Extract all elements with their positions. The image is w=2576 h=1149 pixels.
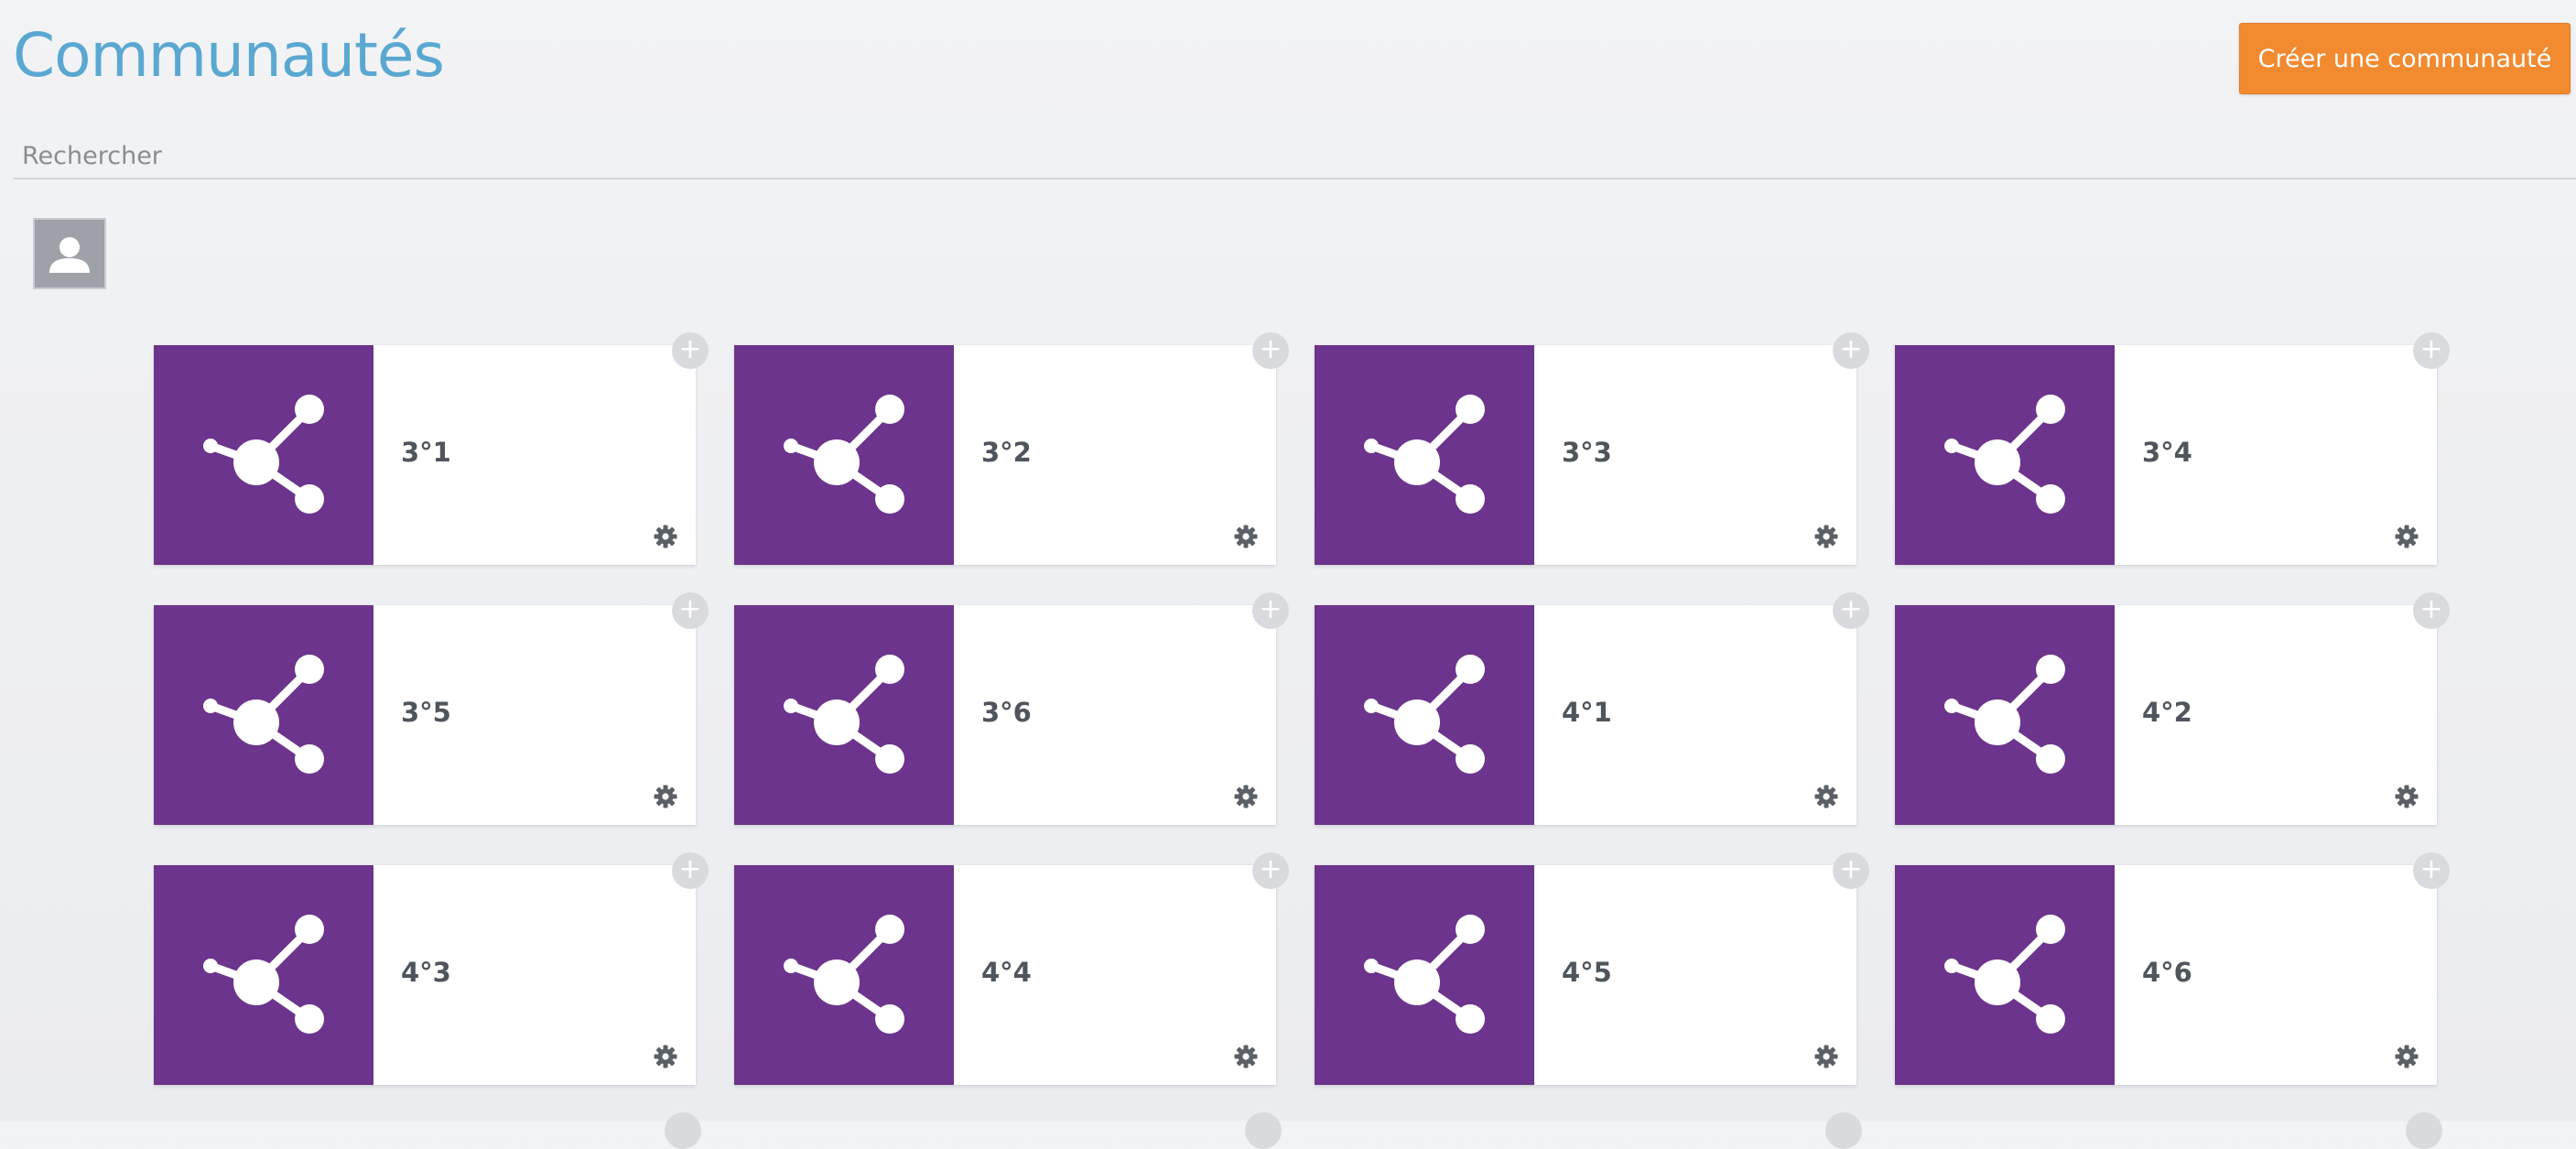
community-name: 4°2 [2142,697,2192,728]
community-thumbnail [1315,865,1534,1085]
share-icon [784,395,904,514]
community-thumbnail [1315,345,1534,565]
community-thumbnail [1895,865,2115,1085]
community-card[interactable]: 4°1 + [1315,592,1869,825]
search-input[interactable] [13,135,2576,176]
user-icon [49,237,90,273]
plus-icon[interactable] [1825,1112,1862,1149]
gear-icon[interactable] [1234,1045,1258,1068]
community-thumbnail [154,865,373,1085]
share-icon [203,395,324,514]
community-name: 4°6 [2142,957,2192,988]
share-icon [1944,915,2065,1034]
create-community-button[interactable]: Créer une communauté [2239,23,2571,94]
share-icon [1364,395,1485,514]
plus-icon[interactable]: + [1833,592,1869,629]
community-thumbnail [1895,345,2115,565]
share-icon [1944,395,2065,514]
community-card[interactable]: 4°6 + [1895,852,2450,1085]
share-icon [784,655,904,774]
community-name: 3°2 [981,437,1032,468]
plus-icon[interactable]: + [672,332,709,369]
community-card[interactable]: 4°3 + [154,852,709,1085]
community-card[interactable]: 4°5 + [1315,852,1869,1085]
gear-icon[interactable] [1234,785,1258,808]
page-header: Communautés Créer une communauté [0,0,2576,137]
plus-icon[interactable]: + [2413,852,2450,889]
plus-icon[interactable]: + [672,852,709,889]
community-name: 3°6 [981,697,1032,728]
gear-icon[interactable] [1234,525,1258,548]
plus-icon[interactable]: + [672,592,709,629]
gear-icon[interactable] [654,525,677,548]
community-card[interactable]: 4°4 + [734,852,1289,1085]
gear-icon[interactable] [2395,785,2419,808]
plus-icon[interactable]: + [1252,332,1289,369]
share-icon [784,915,904,1034]
community-thumbnail [734,345,954,565]
community-thumbnail [734,605,954,825]
community-card[interactable]: 3°2 + [734,332,1289,565]
share-icon [1944,655,2065,774]
plus-icon[interactable] [2406,1112,2442,1149]
page-title: Communautés [13,20,445,91]
gear-icon[interactable] [1814,1045,1838,1068]
user-avatar[interactable] [33,218,106,289]
community-card[interactable]: 3°1 + [154,332,709,565]
search-bar [13,135,2576,179]
community-thumbnail [154,605,373,825]
community-name: 4°3 [401,957,451,988]
plus-icon[interactable] [665,1112,701,1149]
community-name: 3°3 [1562,437,1612,468]
community-card[interactable]: 4°2 + [1895,592,2450,825]
gear-icon[interactable] [654,785,677,808]
share-icon [1364,915,1485,1034]
plus-icon[interactable]: + [1833,852,1869,889]
gear-icon[interactable] [1814,525,1838,548]
gear-icon[interactable] [2395,1045,2419,1068]
plus-icon[interactable]: + [2413,592,2450,629]
community-card[interactable]: 3°4 + [1895,332,2450,565]
plus-icon[interactable]: + [2413,332,2450,369]
community-thumbnail [1315,605,1534,825]
plus-icon[interactable] [1245,1112,1282,1149]
community-card[interactable]: 3°5 + [154,592,709,825]
gear-icon[interactable] [1814,785,1838,808]
community-card[interactable]: 3°3 + [1315,332,1869,565]
community-name: 3°4 [2142,437,2192,468]
gear-icon[interactable] [2395,525,2419,548]
share-icon [1364,655,1485,774]
plus-icon[interactable]: + [1833,332,1869,369]
community-thumbnail [154,345,373,565]
community-name: 4°5 [1562,957,1612,988]
gear-icon[interactable] [654,1045,677,1068]
community-name: 4°4 [981,957,1032,988]
community-name: 4°1 [1562,697,1612,728]
community-thumbnail [734,865,954,1085]
community-thumbnail [1895,605,2115,825]
plus-icon[interactable]: + [1252,592,1289,629]
community-card[interactable]: 3°6 + [734,592,1289,825]
share-icon [203,915,324,1034]
plus-icon[interactable]: + [1252,852,1289,889]
community-name: 3°1 [401,437,451,468]
community-name: 3°5 [401,697,451,728]
share-icon [203,655,324,774]
